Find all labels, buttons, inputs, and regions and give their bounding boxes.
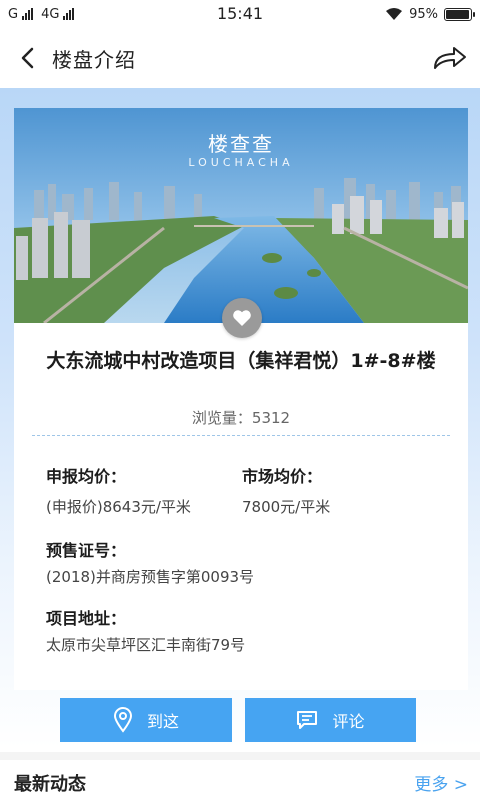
declared-price-label: 申报均价： xyxy=(46,467,127,486)
back-button[interactable] xyxy=(6,36,50,80)
comment-label: 评论 xyxy=(332,712,365,731)
views-value: 5312 xyxy=(251,409,291,427)
share-icon xyxy=(434,47,466,69)
presale-label: 预售证号： xyxy=(46,541,127,560)
page-title: 楼盘介绍 xyxy=(52,47,136,72)
battery-icon xyxy=(444,7,475,21)
heart-icon xyxy=(233,310,251,326)
views-label: 浏览量： xyxy=(191,409,252,427)
share-button[interactable] xyxy=(428,36,472,80)
more-link[interactable]: 更多 > xyxy=(414,770,468,795)
project-name: 大东流城中村改造项目（集祥君悦）1#-8#楼 xyxy=(46,350,436,372)
declared-price-value: (申报价)8643元/平米 xyxy=(46,498,191,516)
status-bar: G 4G 15:41 95% xyxy=(0,0,480,28)
market-price-label: 市场均价： xyxy=(242,467,323,486)
dotted-divider xyxy=(32,435,450,436)
navigate-label: 到这 xyxy=(146,712,179,731)
status-right: 95% xyxy=(385,7,480,22)
presale-value: (2018)并商房预售字第0093号 xyxy=(46,568,255,586)
address-value: 太原市尖草坪区汇丰南街79号 xyxy=(46,636,246,654)
signal-icon xyxy=(22,8,34,20)
section-divider xyxy=(0,752,480,760)
address-label: 项目地址： xyxy=(46,609,127,628)
carrier-label: G xyxy=(8,6,19,22)
signal-icon-2 xyxy=(63,8,75,20)
comment-button[interactable]: 评论 xyxy=(245,698,416,742)
location-pin-icon xyxy=(113,707,132,733)
navigate-button[interactable]: 到这 xyxy=(60,698,232,742)
nav-bar: 楼盘介绍 xyxy=(0,28,480,88)
view-count: 浏览量：5312 xyxy=(14,407,468,428)
wifi-icon xyxy=(386,8,403,20)
hero-image: 楼查查 LOUCHACHA xyxy=(14,108,468,323)
network-label: 4G xyxy=(41,6,60,22)
battery-percent: 95% xyxy=(409,6,438,22)
hero-title: 楼查查 xyxy=(208,132,274,156)
market-price-value: 7800元/平米 xyxy=(242,498,331,516)
comment-icon xyxy=(297,711,318,729)
latest-news-title: 最新动态 xyxy=(14,774,86,795)
status-left: G 4G xyxy=(0,6,75,22)
favorite-button[interactable] xyxy=(222,298,262,338)
hero-subtitle: LOUCHACHA xyxy=(188,156,294,169)
chevron-left-icon xyxy=(21,47,34,69)
